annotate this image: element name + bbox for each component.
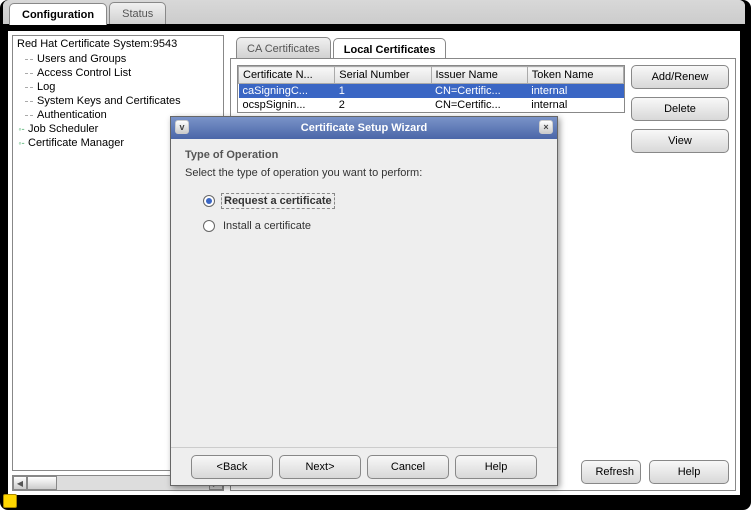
delete-button[interactable]: Delete [631,97,729,121]
radio-install-certificate[interactable]: Install a certificate [203,219,543,233]
dialog-help-button[interactable]: Help [455,455,537,479]
cancel-button[interactable]: Cancel [367,455,449,479]
minimize-icon[interactable]: v [175,120,189,134]
tree-item-acl[interactable]: Access Control List [25,66,223,80]
tab-local-certificates[interactable]: Local Certificates [333,38,447,60]
table-header-row[interactable]: Certificate N... Serial Number Issuer Na… [239,67,624,84]
action-button-group: Add/Renew Delete View [631,65,729,153]
tree-item-log[interactable]: Log [25,80,223,94]
dialog-body: Type of Operation Select the type of ope… [171,139,557,449]
tab-status[interactable]: Status [109,2,166,24]
dialog-subtext: Select the type of operation you want to… [185,167,543,179]
col-token[interactable]: Token Name [527,67,623,84]
lock-icon [3,494,17,508]
close-icon[interactable]: × [539,120,553,134]
add-renew-button[interactable]: Add/Renew [631,65,729,89]
col-issuer[interactable]: Issuer Name [431,67,527,84]
dialog-title-text: Certificate Setup Wizard [301,122,427,134]
expand-icon[interactable]: ◦- [17,139,26,148]
radio-request-label: Request a certificate [221,193,335,209]
radio-icon[interactable] [203,195,215,207]
tree-item-sys-keys[interactable]: System Keys and Certificates [25,94,223,108]
tree-item-users-groups[interactable]: Users and Groups [25,52,223,66]
scroll-thumb[interactable] [27,476,57,490]
tree-root-label[interactable]: Red Hat Certificate System:9543 [13,36,223,52]
expand-icon[interactable]: ◦- [17,125,26,134]
refresh-button[interactable]: Refresh [581,460,641,484]
bottom-button-group: Refresh Help [581,460,729,484]
dialog-heading: Type of Operation [185,149,543,161]
dialog-titlebar[interactable]: v Certificate Setup Wizard × [171,117,557,139]
table-row[interactable]: caSigningC...1CN=Certific...internal [239,84,624,99]
next-button[interactable]: Next> [279,455,361,479]
certificate-setup-wizard-dialog: v Certificate Setup Wizard × Type of Ope… [170,116,558,486]
back-button[interactable]: <Back [191,455,273,479]
tab-configuration[interactable]: Configuration [9,3,107,25]
help-button[interactable]: Help [649,460,729,484]
scroll-left-icon[interactable]: ◀ [13,476,27,490]
col-serial[interactable]: Serial Number [335,67,431,84]
radio-icon[interactable] [203,220,215,232]
dialog-footer: <Back Next> Cancel Help [171,447,557,485]
radio-install-label: Install a certificate [221,219,313,233]
view-button[interactable]: View [631,129,729,153]
top-tab-strip: Configuration Status [3,0,745,26]
certificate-table[interactable]: Certificate N... Serial Number Issuer Na… [237,65,625,113]
radio-request-certificate[interactable]: Request a certificate [203,193,543,209]
sub-tab-strip: CA Certificates Local Certificates [230,35,736,59]
table-row[interactable]: ocspSignin...2CN=Certific...internal [239,98,624,112]
col-cert-name[interactable]: Certificate N... [239,67,335,84]
tab-ca-certificates[interactable]: CA Certificates [236,37,331,59]
